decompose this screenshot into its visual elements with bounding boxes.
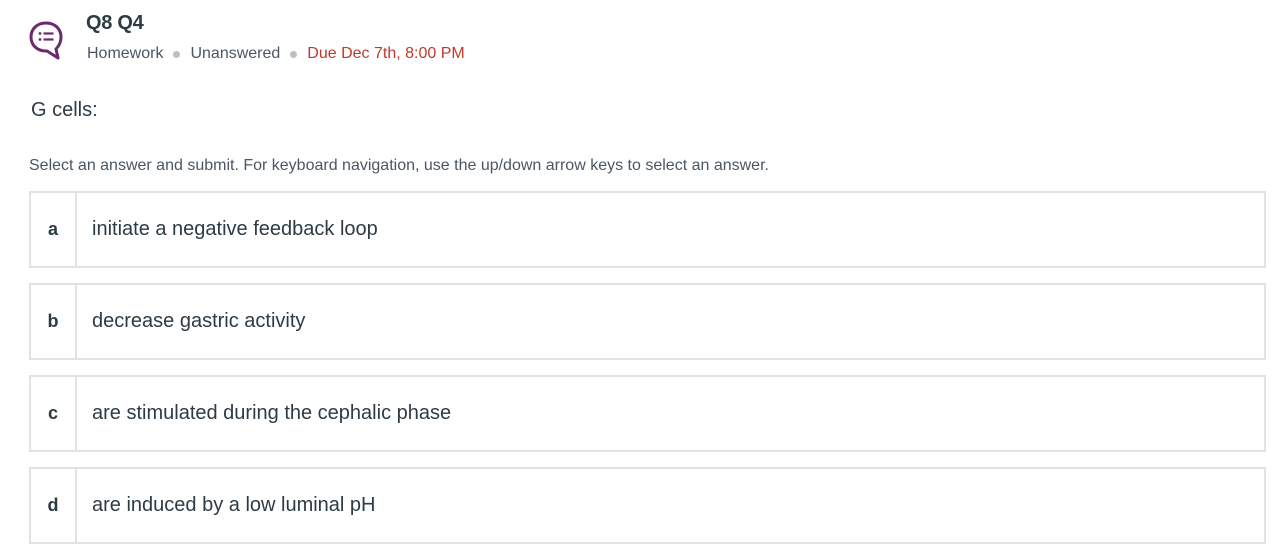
answer-text: initiate a negative feedback loop	[92, 218, 378, 240]
answer-text: are induced by a low luminal pH	[92, 494, 376, 516]
answer-text: are stimulated during the cephalic phase	[92, 402, 452, 424]
answer-letter: c	[31, 377, 77, 450]
answer-letter: b	[31, 285, 77, 358]
separator-dot	[290, 50, 298, 58]
question-page: Q8 Q4 Homework Unanswered Due Dec 7th, 8…	[0, 0, 1286, 556]
answer-letter: d	[31, 469, 77, 542]
answer-option-c[interactable]: c are stimulated during the cephalic pha…	[29, 375, 1266, 452]
answer-status: Unanswered	[190, 45, 281, 62]
due-date: Due Dec 7th, 8:00 PM	[307, 45, 465, 62]
answer-option-d[interactable]: d are induced by a low luminal pH	[29, 467, 1266, 544]
answer-option-a[interactable]: a initiate a negative feedback loop	[29, 191, 1266, 268]
answer-text: decrease gastric activity	[92, 310, 306, 332]
answer-option-b[interactable]: b decrease gastric activity	[29, 283, 1266, 360]
answer-list: a initiate a negative feedback loop b de…	[29, 191, 1266, 556]
question-meta: Homework Unanswered Due Dec 7th, 8:00 PM	[87, 45, 465, 63]
question-title: Q8 Q4	[86, 12, 144, 34]
question-type: Homework	[87, 45, 164, 62]
question-header: Q8 Q4 Homework Unanswered Due Dec 7th, 8…	[26, 10, 726, 70]
separator-dot	[173, 50, 181, 58]
discussion-list-icon	[29, 21, 63, 60]
answer-instructions: Select an answer and submit. For keyboar…	[29, 157, 769, 174]
question-prompt: G cells:	[31, 99, 98, 121]
answer-letter: a	[31, 193, 77, 266]
